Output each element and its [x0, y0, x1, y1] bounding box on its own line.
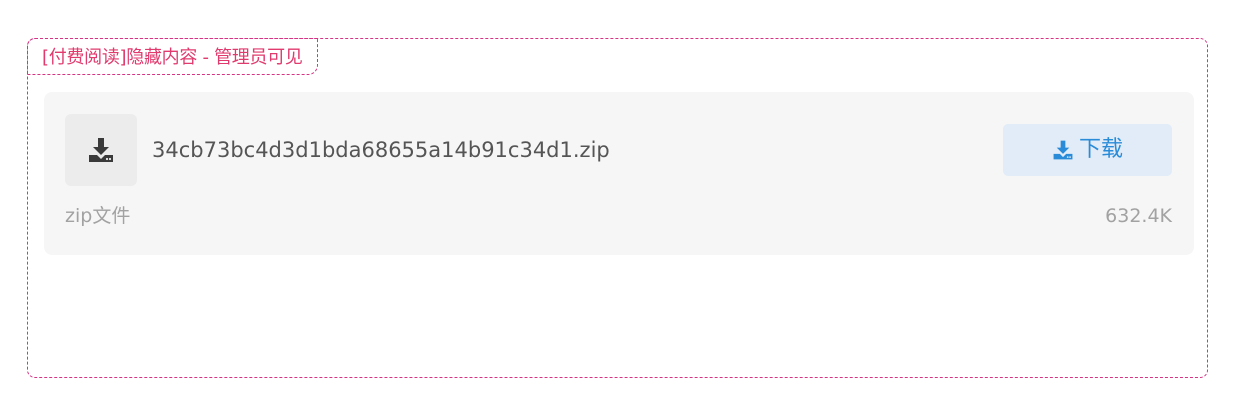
hidden-content-box: [付费阅读]隐藏内容 - 管理员可见 34cb73bc4d3d1bda68655…	[27, 38, 1208, 378]
download-button[interactable]: 下载	[1003, 124, 1172, 176]
file-type-label: zip文件	[65, 205, 131, 227]
file-attachment-card: 34cb73bc4d3d1bda68655a14b91c34d1.zip 下载 …	[44, 92, 1194, 255]
file-icon-container	[65, 114, 137, 186]
download-button-label: 下载	[1078, 137, 1123, 162]
file-size: 632.4K	[1105, 205, 1172, 227]
hidden-content-tag: [付费阅读]隐藏内容 - 管理员可见	[27, 38, 318, 75]
file-name: 34cb73bc4d3d1bda68655a14b91c34d1.zip	[152, 138, 610, 162]
download-tray-icon	[89, 138, 113, 162]
download-icon	[1053, 140, 1073, 160]
